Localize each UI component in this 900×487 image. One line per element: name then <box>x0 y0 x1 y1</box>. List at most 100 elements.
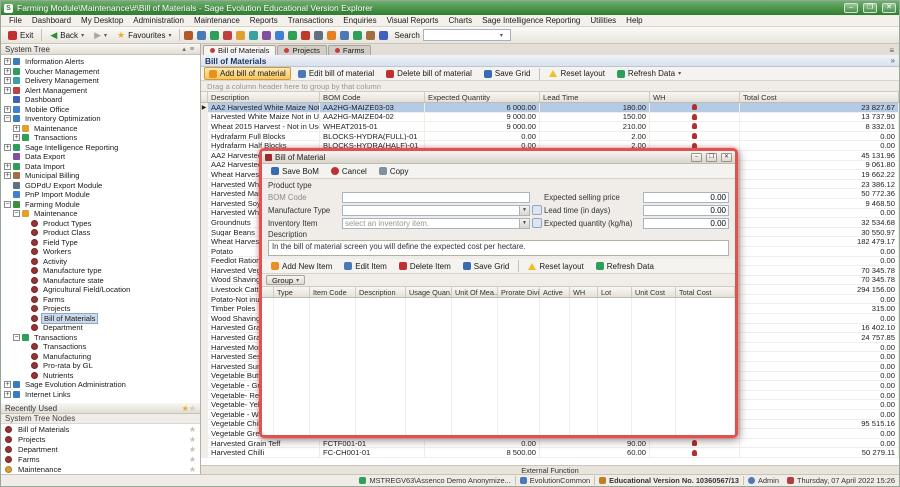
tree-item-sage-intelligence-reporting[interactable]: +Sage Intelligence Reporting <box>1 143 200 153</box>
tree-item-maintenance[interactable]: +Maintenance <box>1 124 200 134</box>
favourites-button[interactable]: ★ Favourites ▾ <box>113 29 175 42</box>
inventory-item-select[interactable]: select an inventory item. ▼ <box>342 218 530 229</box>
column-header-expected-quantity[interactable]: Expected Quantity <box>425 92 540 102</box>
tree-item-transactions[interactable]: Transactions <box>1 342 200 352</box>
save-grid-button[interactable]: Save Grid <box>458 260 515 273</box>
toolbar-shortcut-icon-16[interactable] <box>379 31 388 40</box>
tree-item-pro-rata-by-gl[interactable]: Pro-rata by GL <box>1 361 200 371</box>
expected-selling-price-input[interactable] <box>643 192 729 203</box>
copy-button[interactable]: Copy <box>374 165 414 178</box>
reset-layout-button[interactable]: Reset layout <box>523 260 588 273</box>
collapse-icon[interactable]: − <box>4 115 11 122</box>
menu-visual-reports[interactable]: Visual Reports <box>382 15 444 26</box>
reset-layout-button[interactable]: Reset layout <box>544 67 609 80</box>
menu-reports[interactable]: Reports <box>245 15 283 26</box>
search-input[interactable] <box>426 31 500 40</box>
delete-item-button[interactable]: Delete Item <box>394 260 456 273</box>
menu-dashboard[interactable]: Dashboard <box>27 15 76 26</box>
tree-item-gdpdu-export-module[interactable]: GDPdU Export Module <box>1 181 200 191</box>
collapse-icon[interactable]: − <box>13 334 20 341</box>
tree-item-mobile-office[interactable]: +Mobile Office <box>1 105 200 115</box>
tree-item-department[interactable]: Department <box>1 323 200 333</box>
tree-item-farming-module[interactable]: −Farming Module <box>1 200 200 210</box>
table-row[interactable]: Wheat 2015 Harvest - Not in UseWHEAT2015… <box>201 122 899 132</box>
maximize-button[interactable]: ❐ <box>863 3 877 13</box>
tree-item-manufacture-state[interactable]: Manufacture state <box>1 276 200 286</box>
tree-item-workers[interactable]: Workers <box>1 247 200 257</box>
dialog-close-button[interactable]: ✕ <box>721 153 732 162</box>
tree-item-field-type[interactable]: Field Type <box>1 238 200 248</box>
add-new-item-button[interactable]: Add New Item <box>266 260 337 273</box>
expand-icon[interactable]: + <box>4 58 11 65</box>
toolbar-shortcut-icon-4[interactable] <box>223 31 232 40</box>
tree-item-transactions[interactable]: −Transactions <box>1 333 200 343</box>
toolbar-shortcut-icon-5[interactable] <box>236 31 245 40</box>
tree-item-farms[interactable]: Farms <box>1 295 200 305</box>
collapse-panel-icon[interactable]: » <box>891 56 895 65</box>
toolbar-shortcut-icon-11[interactable] <box>314 31 323 40</box>
star-outline-icon[interactable]: ★ <box>189 425 196 434</box>
collapse-icon[interactable]: − <box>13 210 20 217</box>
tree-item-product-class[interactable]: Product Class <box>1 228 200 238</box>
toolbar-shortcut-icon-2[interactable] <box>197 31 206 40</box>
lead-time-input[interactable] <box>643 205 729 216</box>
toolbar-shortcut-icon-13[interactable] <box>340 31 349 40</box>
expand-icon[interactable]: + <box>4 163 11 170</box>
exit-button[interactable]: Exit <box>4 29 37 42</box>
bom-code-input[interactable] <box>342 192 530 203</box>
tab-list-icon[interactable]: ≡ <box>886 46 897 55</box>
tree-item-manufacture-type[interactable]: Manufacture type <box>1 266 200 276</box>
column-header-total-cost[interactable]: Total Cost <box>740 92 899 102</box>
toolbar-shortcut-icon-8[interactable] <box>275 31 284 40</box>
close-button[interactable]: ✕ <box>882 3 896 13</box>
table-row[interactable]: Harvested Grain TeffFCTF001-010.0090.000… <box>201 439 899 449</box>
expand-icon[interactable]: + <box>4 391 11 398</box>
menu-maintenance[interactable]: Maintenance <box>189 15 245 26</box>
edit-item-button[interactable]: Edit Item <box>339 260 392 273</box>
toolbar-shortcut-icon-15[interactable] <box>366 31 375 40</box>
manufacture-type-select[interactable]: ▼ <box>342 205 530 216</box>
menu-enquiries[interactable]: Enquiries <box>338 15 381 26</box>
toolbar-shortcut-icon-12[interactable] <box>327 31 336 40</box>
toolbar-shortcut-icon-3[interactable] <box>210 31 219 40</box>
tree-item-bill-of-materials[interactable]: Bill of Materials <box>1 314 200 324</box>
star-outline-icon[interactable]: ★ <box>189 445 196 454</box>
recent-item-projects[interactable]: Projects★ <box>1 434 200 444</box>
forward-button[interactable]: ▶ ▾ <box>90 29 111 42</box>
chevron-down-icon[interactable]: ▼ <box>519 206 529 215</box>
star-outline-icon[interactable]: ★ <box>189 465 196 474</box>
expand-icon[interactable]: + <box>13 125 20 132</box>
tree-item-transactions[interactable]: +Transactions <box>1 133 200 143</box>
chevron-down-icon[interactable]: ▼ <box>519 219 529 228</box>
star-outline-icon[interactable]: ★ <box>189 455 196 464</box>
menu-administration[interactable]: Administration <box>128 15 189 26</box>
column-header-bom-code[interactable]: BOM Code <box>320 92 425 102</box>
tree-item-nutrients[interactable]: Nutrients <box>1 371 200 381</box>
expected-quantity-input[interactable] <box>643 218 729 229</box>
save-grid-button[interactable]: Save Grid <box>479 67 536 80</box>
recent-item-farms[interactable]: Farms★ <box>1 454 200 464</box>
edit-bill-of-material-button[interactable]: Edit bill of material <box>293 67 379 80</box>
tree-item-voucher-management[interactable]: +Voucher Management <box>1 67 200 77</box>
column-header-lead-time[interactable]: Lead Time <box>540 92 650 102</box>
toolbar-shortcut-icon-6[interactable] <box>249 31 258 40</box>
column-header-description[interactable]: Description <box>208 92 320 102</box>
group-by-panel[interactable]: Drag a column header here to group by th… <box>201 81 899 92</box>
minimize-button[interactable]: – <box>844 3 858 13</box>
column-header-item-code[interactable]: Item Code <box>310 287 356 297</box>
toolbar-shortcut-icon-9[interactable] <box>288 31 297 40</box>
expand-icon[interactable]: + <box>4 77 11 84</box>
star-outline-icon[interactable]: ★ <box>189 435 196 444</box>
column-header-type[interactable]: Type <box>274 287 310 297</box>
cancel-button[interactable]: Cancel <box>326 165 372 178</box>
column-header-lot[interactable]: Lot <box>598 287 632 297</box>
column-header-usage-quan[interactable]: Usage Quan... <box>406 287 452 297</box>
dialog-maximize-button[interactable]: ❐ <box>706 153 717 162</box>
tree-item-municipal-billing[interactable]: +Municipal Billing <box>1 171 200 181</box>
table-row[interactable]: Hydrafarm Full BlocksBLOCKS-HYDRA(FULL)-… <box>201 132 899 142</box>
menu-charts[interactable]: Charts <box>444 15 478 26</box>
recent-item-department[interactable]: Department★ <box>1 444 200 454</box>
toolbar-shortcut-icon-10[interactable] <box>301 31 310 40</box>
tree-item-activity[interactable]: Activity <box>1 257 200 267</box>
column-header-unit-of-mea[interactable]: Unit Of Mea... <box>452 287 498 297</box>
